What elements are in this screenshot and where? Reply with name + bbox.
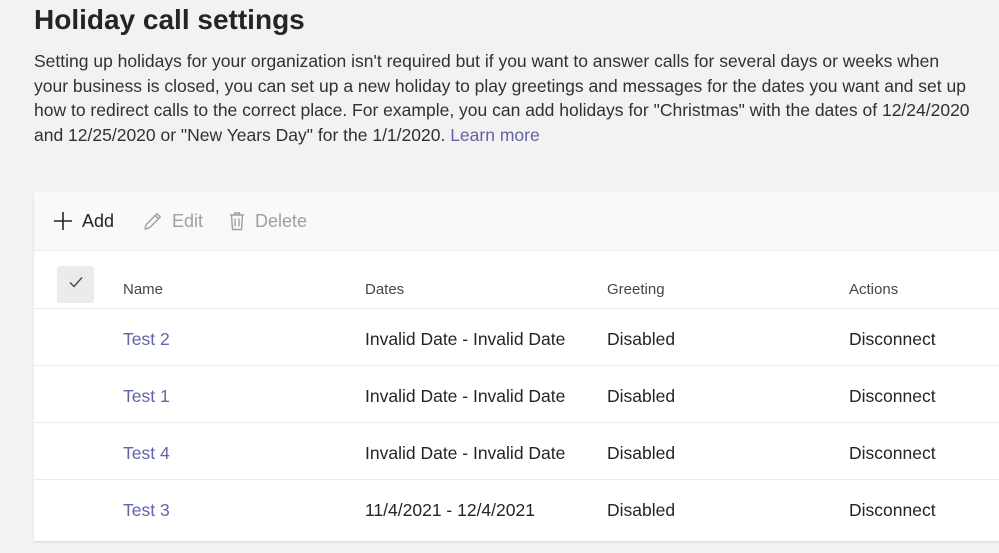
column-header-dates[interactable]: Dates bbox=[365, 281, 404, 298]
delete-button[interactable]: Delete bbox=[227, 208, 307, 234]
learn-more-link[interactable]: Learn more bbox=[450, 125, 540, 145]
holiday-dates: Invalid Date - Invalid Date bbox=[365, 386, 566, 406]
holiday-dates: 11/4/2021 - 12/4/2021 bbox=[365, 500, 535, 520]
holiday-settings-page: Holiday call settings Setting up holiday… bbox=[0, 0, 999, 553]
holiday-name-link[interactable]: Test 1 bbox=[123, 386, 170, 407]
column-header-name[interactable]: Name bbox=[123, 281, 163, 298]
edit-button[interactable]: Edit bbox=[142, 208, 203, 234]
holidays-table-card: Add Edit Delete Name Dates Greeting Acti… bbox=[34, 192, 999, 541]
holiday-greeting: Disabled bbox=[607, 443, 676, 463]
holiday-name-link[interactable]: Test 4 bbox=[123, 443, 170, 464]
toolbar: Add Edit Delete bbox=[34, 192, 999, 251]
holiday-greeting: Disabled bbox=[607, 386, 676, 406]
page-description: Setting up holidays for your organizatio… bbox=[34, 49, 974, 147]
holiday-action: Disconnect bbox=[849, 443, 936, 463]
select-all-checkbox[interactable] bbox=[57, 266, 94, 303]
holiday-action: Disconnect bbox=[849, 329, 936, 349]
holiday-name-link[interactable]: Test 3 bbox=[123, 500, 170, 521]
checkmark-icon bbox=[68, 274, 84, 295]
table-row[interactable]: Test 4 Invalid Date - Invalid Date Disab… bbox=[34, 423, 999, 480]
holiday-action: Disconnect bbox=[849, 386, 936, 406]
column-header-greeting[interactable]: Greeting bbox=[607, 281, 665, 298]
table-row[interactable]: Test 3 11/4/2021 - 12/4/2021 Disabled Di… bbox=[34, 480, 999, 536]
column-header-actions[interactable]: Actions bbox=[849, 281, 898, 298]
table-row[interactable]: Test 2 Invalid Date - Invalid Date Disab… bbox=[34, 309, 999, 366]
holiday-action: Disconnect bbox=[849, 500, 936, 520]
holiday-name-link[interactable]: Test 2 bbox=[123, 329, 170, 350]
table-header: Name Dates Greeting Actions bbox=[34, 250, 999, 309]
pencil-icon bbox=[142, 210, 164, 232]
add-label: Add bbox=[82, 210, 115, 231]
holiday-greeting: Disabled bbox=[607, 329, 676, 349]
holiday-dates: Invalid Date - Invalid Date bbox=[365, 443, 566, 463]
holiday-greeting: Disabled bbox=[607, 500, 676, 520]
add-button[interactable]: Add bbox=[52, 208, 114, 234]
table-row[interactable]: Test 1 Invalid Date - Invalid Date Disab… bbox=[34, 366, 999, 423]
holiday-dates: Invalid Date - Invalid Date bbox=[365, 329, 566, 349]
page-title: Holiday call settings bbox=[34, 4, 305, 35]
trash-icon bbox=[227, 210, 247, 232]
delete-label: Delete bbox=[255, 210, 308, 231]
plus-icon bbox=[52, 210, 74, 232]
edit-label: Edit bbox=[172, 210, 204, 231]
